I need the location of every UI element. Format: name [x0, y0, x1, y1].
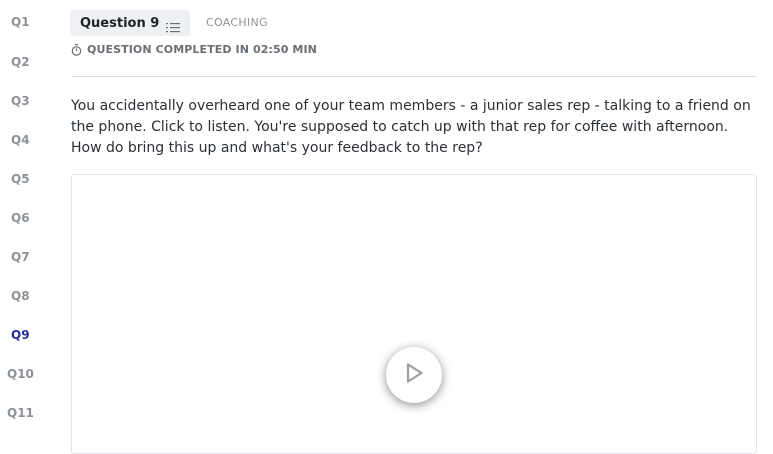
question-badge: Question 9: [70, 10, 191, 36]
sidebar-item-label: Q1: [11, 15, 30, 29]
completion-status-text: QUESTION COMPLETED IN 02:50 MIN: [87, 43, 317, 56]
sidebar-item-label: Q11: [7, 406, 34, 420]
sidebar-item-label: Q8: [11, 289, 30, 303]
question-category: COACHING: [206, 16, 268, 29]
sidebar-item-label: Q3: [11, 94, 30, 108]
sidebar-item-label: Q9: [11, 328, 30, 342]
play-button[interactable]: [386, 347, 442, 403]
question-title: Question 9: [80, 15, 160, 31]
sidebar-item-label: Q6: [11, 211, 30, 225]
sidebar-item-label: Q10: [7, 367, 34, 381]
list-icon: [166, 18, 181, 32]
question-prompt: You accidentally overheard one of your t…: [71, 98, 751, 156]
divider: [71, 76, 757, 77]
audio-player: [71, 174, 757, 454]
completion-status: QUESTION COMPLETED IN 02:50 MIN: [71, 43, 317, 56]
sidebar-item-label: Q2: [11, 55, 30, 69]
question-sidebar: Q1 Q2 Q3 Q4 Q5 Q6 Q7 Q8 Q9 Q10 Q11: [0, 0, 50, 439]
play-icon: [403, 361, 425, 389]
sidebar-item-label: Q7: [11, 250, 30, 264]
timer-icon: [71, 43, 82, 56]
sidebar-item-label: Q4: [11, 133, 30, 147]
sidebar-item-label: Q5: [11, 172, 30, 186]
